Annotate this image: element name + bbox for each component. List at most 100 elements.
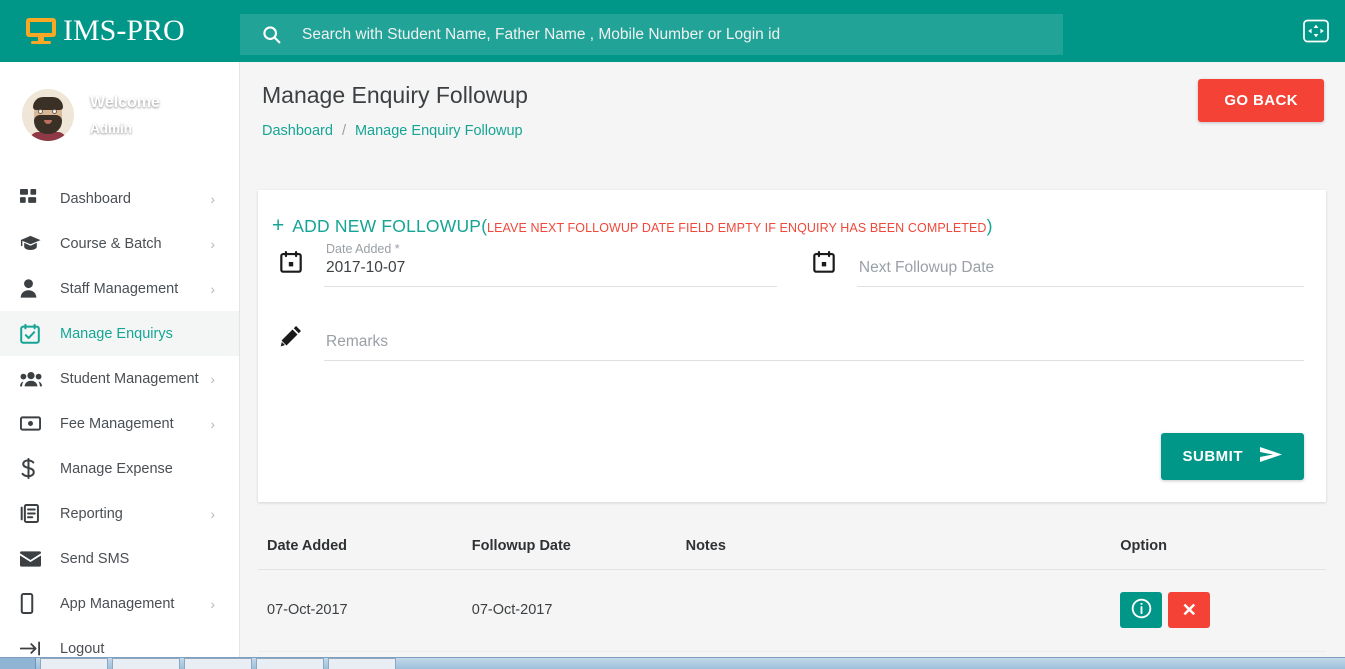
chevron-right-icon: › [210, 190, 215, 207]
cell-followup-date: 07-Oct-2017 [471, 569, 686, 652]
brand-logo[interactable]: IMS-PRO [0, 0, 240, 62]
sidebar-item-label: Reporting [60, 505, 123, 522]
profile-header[interactable]: Welcome Admin [0, 62, 239, 168]
sidebar-item-label: Manage Expense [60, 460, 173, 477]
sidebar-item-label: Student Management [60, 370, 199, 387]
table-body: 07-Oct-2017 07-Oct-2017 ✕ [258, 569, 1326, 652]
remarks-field[interactable] [280, 325, 1304, 361]
chevron-right-icon: › [210, 235, 215, 252]
cell-notes [685, 569, 1120, 652]
hint-paren-close: ) [986, 216, 993, 236]
info-button[interactable] [1120, 592, 1163, 628]
page-header: Manage Enquiry Followup Dashboard / Mana… [240, 62, 1345, 139]
next-followup-date-input[interactable] [856, 259, 1304, 287]
person-icon [20, 279, 60, 298]
cell-date-added: 07-Oct-2017 [258, 569, 472, 652]
sidebar-item-course-batch[interactable]: Course & Batch › [0, 221, 239, 266]
graduation-cap-icon [20, 234, 60, 253]
submit-container: SUBMIT [1160, 433, 1304, 480]
next-followup-date-field[interactable] [813, 251, 1304, 287]
report-book-icon [20, 504, 60, 523]
top-header-bar: IMS-PRO [0, 0, 1345, 62]
sidebar-item-manage-expense[interactable]: Manage Expense [0, 446, 239, 491]
main-content: Manage Enquiry Followup Dashboard / Mana… [240, 62, 1345, 669]
plus-icon: + [272, 214, 285, 237]
add-new-followup-label[interactable]: ADD NEW FOLLOWUP [292, 216, 481, 237]
chevron-right-icon: › [210, 595, 215, 612]
sidebar-item-dashboard[interactable]: Dashboard › [0, 176, 239, 221]
chevron-right-icon: › [210, 505, 215, 522]
brand-name: IMS-PRO [63, 14, 185, 47]
date-added-field[interactable]: Date Added * [280, 242, 777, 287]
sidebar-item-reporting[interactable]: Reporting › [0, 491, 239, 536]
app-root: IMS-PRO Search with Student Name, Father… [0, 0, 1345, 669]
close-x-icon: ✕ [1181, 600, 1197, 620]
delete-button[interactable]: ✕ [1168, 592, 1211, 628]
chevron-down-icon[interactable] [173, 100, 186, 106]
breadcrumb-current[interactable]: Manage Enquiry Followup [355, 123, 523, 139]
taskbar-window-button[interactable] [328, 658, 396, 669]
sidebar-item-manage-enquirys[interactable]: Manage Enquirys [0, 311, 239, 356]
breadcrumb: Dashboard / Manage Enquiry Followup [262, 123, 1323, 139]
avatar[interactable] [22, 89, 74, 141]
breadcrumb-dashboard[interactable]: Dashboard [262, 123, 333, 139]
user-role: Admin [90, 121, 132, 136]
envelope-icon [20, 550, 60, 567]
page-title: Manage Enquiry Followup [262, 82, 528, 108]
taskbar-window-button[interactable] [256, 658, 324, 669]
sidebar-menu: Dashboard › Course & Batch › Staff Manag… [0, 168, 239, 669]
breadcrumb-separator: / [341, 123, 346, 139]
submit-button[interactable]: SUBMIT [1160, 433, 1304, 480]
chevron-right-icon: › [210, 280, 215, 297]
submit-label: SUBMIT [1182, 448, 1243, 465]
taskbar-window-button[interactable] [40, 658, 108, 669]
search-icon [240, 24, 302, 45]
global-search[interactable] [240, 14, 1063, 55]
taskbar-window-button[interactable] [184, 658, 252, 669]
sidebar-item-label: App Management [60, 595, 175, 612]
monitor-icon [26, 18, 56, 44]
search-input[interactable] [302, 14, 1063, 55]
remarks-input[interactable] [324, 333, 1304, 361]
followup-hint-text: LEAVE NEXT FOLLOWUP DATE FIELD EMPTY IF … [487, 221, 987, 235]
calendar-icon[interactable] [813, 251, 857, 287]
profile-text: Welcome Admin [90, 94, 186, 136]
sidebar-item-label: Staff Management [60, 280, 179, 297]
column-header-date-added: Date Added [258, 524, 472, 570]
column-header-notes: Notes [685, 524, 1120, 570]
table-head: Date Added Followup Date Notes Option [258, 524, 1326, 570]
fullscreen-icon[interactable] [1303, 19, 1329, 43]
sidebar-item-staff-management[interactable]: Staff Management › [0, 266, 239, 311]
table-row: 07-Oct-2017 07-Oct-2017 ✕ [258, 569, 1326, 652]
remarks-row [258, 325, 1326, 361]
followup-table-container: Date Added Followup Date Notes Option 07… [258, 524, 1326, 652]
sidebar-item-send-sms[interactable]: Send SMS [0, 536, 239, 581]
sidebar-item-label: Dashboard [60, 190, 131, 207]
add-followup-header: + ADD NEW FOLLOWUP ( LEAVE NEXT FOLLOWUP… [258, 190, 1326, 237]
go-back-button[interactable]: GO BACK [1198, 79, 1324, 122]
sidebar-item-fee-management[interactable]: Fee Management › [0, 401, 239, 446]
taskbar-window-button[interactable] [112, 658, 180, 669]
column-header-option: Option [1119, 524, 1326, 570]
sidebar: Welcome Admin Dashboard › Course & Batch… [0, 62, 240, 669]
sidebar-item-label: Logout [60, 640, 105, 657]
mobile-phone-icon [20, 593, 60, 614]
sidebar-item-label: Manage Enquirys [60, 325, 173, 342]
dollar-sign-icon [20, 458, 60, 479]
taskbar-start-button[interactable] [0, 658, 36, 669]
os-taskbar [0, 657, 1345, 669]
sidebar-item-label: Course & Batch [60, 235, 162, 252]
table-header-row: Date Added Followup Date Notes Option [258, 524, 1326, 570]
row-action-buttons: ✕ [1120, 592, 1326, 628]
send-arrow-icon [1260, 447, 1282, 466]
date-added-input[interactable] [324, 259, 777, 287]
chevron-right-icon: › [210, 415, 215, 432]
add-followup-card: + ADD NEW FOLLOWUP ( LEAVE NEXT FOLLOWUP… [258, 190, 1326, 502]
sidebar-item-app-management[interactable]: App Management › [0, 581, 239, 626]
chevron-right-icon: › [210, 370, 215, 387]
sidebar-item-student-management[interactable]: Student Management › [0, 356, 239, 401]
calendar-icon[interactable] [280, 251, 324, 287]
dates-row: Date Added * [258, 242, 1326, 287]
banknote-icon [20, 415, 60, 432]
sidebar-item-label: Fee Management [60, 415, 174, 432]
